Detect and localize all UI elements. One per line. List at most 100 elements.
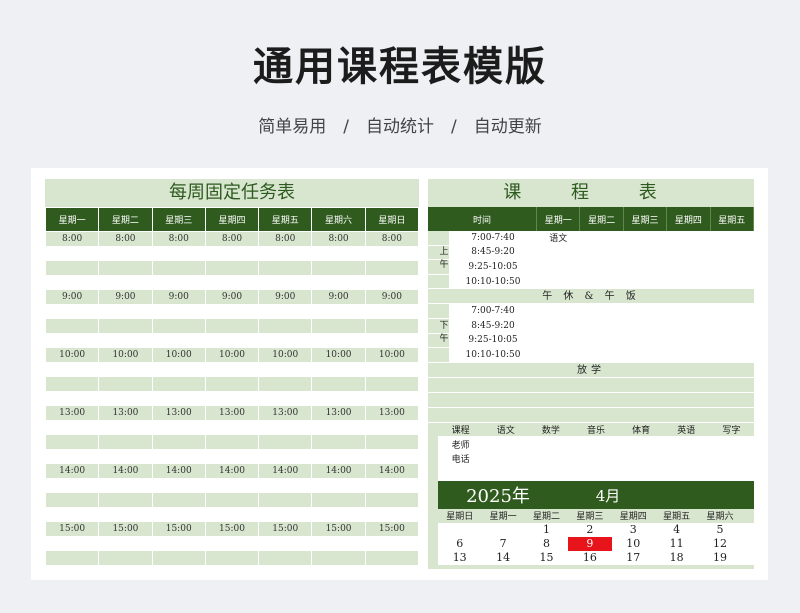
task-cell[interactable]	[44, 478, 100, 493]
schedule-cell[interactable]	[710, 318, 754, 333]
task-cell[interactable]	[44, 434, 100, 449]
task-cell[interactable]	[258, 260, 313, 275]
task-time-cell[interactable]: 8:00	[44, 231, 100, 246]
task-cell[interactable]	[258, 318, 313, 333]
task-cell[interactable]	[151, 275, 206, 290]
task-cell[interactable]	[311, 260, 366, 275]
task-cell[interactable]	[98, 550, 153, 565]
calendar-day[interactable]: 1	[525, 523, 568, 537]
task-cell[interactable]	[258, 507, 313, 522]
task-cell[interactable]	[98, 420, 153, 435]
task-cell[interactable]	[44, 391, 100, 406]
task-cell[interactable]	[44, 318, 100, 333]
task-cell[interactable]	[311, 391, 366, 406]
schedule-cell[interactable]	[537, 274, 581, 289]
schedule-cell[interactable]	[667, 333, 711, 348]
task-cell[interactable]	[44, 507, 100, 522]
task-cell[interactable]	[44, 333, 100, 348]
schedule-cell[interactable]	[580, 231, 624, 245]
task-time-cell[interactable]: 10:00	[98, 347, 153, 362]
task-time-cell[interactable]: 15:00	[151, 521, 206, 536]
task-cell[interactable]	[98, 246, 153, 261]
task-cell[interactable]	[44, 536, 100, 551]
schedule-cell[interactable]	[537, 260, 581, 274]
schedule-cell[interactable]	[537, 304, 581, 318]
calendar-day[interactable]: 3	[612, 523, 655, 537]
schedule-cell[interactable]	[667, 231, 711, 245]
task-cell[interactable]	[98, 376, 153, 391]
task-time-cell[interactable]: 15:00	[44, 521, 100, 536]
task-time-cell[interactable]: 13:00	[364, 405, 420, 420]
task-cell[interactable]	[258, 362, 313, 377]
schedule-cell[interactable]	[623, 333, 668, 348]
task-cell[interactable]	[258, 376, 313, 391]
task-cell[interactable]	[258, 492, 313, 507]
task-cell[interactable]	[258, 449, 313, 464]
schedule-cell[interactable]	[667, 274, 711, 289]
task-cell[interactable]	[44, 420, 100, 435]
task-cell[interactable]	[364, 565, 420, 580]
task-time-cell[interactable]: 14:00	[204, 463, 260, 478]
task-cell[interactable]	[151, 550, 206, 565]
calendar-day[interactable]: 19	[698, 551, 741, 565]
task-cell[interactable]	[364, 536, 420, 551]
task-cell[interactable]	[311, 318, 366, 333]
task-cell[interactable]	[364, 376, 420, 391]
task-cell[interactable]	[311, 246, 366, 261]
task-time-cell[interactable]: 14:00	[44, 463, 100, 478]
task-cell[interactable]	[364, 507, 420, 522]
task-cell[interactable]	[311, 536, 366, 551]
task-cell[interactable]	[44, 362, 100, 377]
schedule-cell[interactable]	[710, 245, 754, 260]
task-cell[interactable]	[364, 246, 420, 261]
task-cell[interactable]	[44, 304, 100, 319]
task-cell[interactable]	[204, 507, 260, 522]
schedule-cell[interactable]	[623, 231, 668, 245]
task-time-cell[interactable]: 8:00	[258, 231, 313, 246]
task-time-cell[interactable]: 10:00	[204, 347, 260, 362]
task-cell[interactable]	[98, 478, 153, 493]
task-time-cell[interactable]: 8:00	[311, 231, 366, 246]
calendar-day[interactable]: 2	[568, 523, 611, 537]
task-cell[interactable]	[311, 449, 366, 464]
task-cell[interactable]	[258, 550, 313, 565]
task-cell[interactable]	[151, 507, 206, 522]
task-cell[interactable]	[258, 391, 313, 406]
task-cell[interactable]	[364, 333, 420, 348]
task-cell[interactable]	[311, 507, 366, 522]
task-time-cell[interactable]: 8:00	[204, 231, 260, 246]
schedule-cell[interactable]	[580, 245, 624, 260]
schedule-cell[interactable]: 语文	[537, 231, 581, 245]
task-cell[interactable]	[98, 318, 153, 333]
task-time-cell[interactable]: 15:00	[98, 521, 153, 536]
task-cell[interactable]	[311, 565, 366, 580]
task-time-cell[interactable]: 13:00	[258, 405, 313, 420]
schedule-cell[interactable]	[580, 260, 624, 274]
task-cell[interactable]	[258, 275, 313, 290]
task-cell[interactable]	[151, 376, 206, 391]
task-time-cell[interactable]: 15:00	[204, 521, 260, 536]
task-cell[interactable]	[44, 246, 100, 261]
task-cell[interactable]	[364, 420, 420, 435]
task-cell[interactable]	[44, 492, 100, 507]
schedule-cell[interactable]	[710, 304, 754, 318]
task-cell[interactable]	[44, 449, 100, 464]
schedule-cell[interactable]	[580, 318, 624, 333]
task-cell[interactable]	[204, 318, 260, 333]
task-cell[interactable]	[44, 275, 100, 290]
task-time-cell[interactable]: 13:00	[151, 405, 206, 420]
task-cell[interactable]	[204, 420, 260, 435]
task-cell[interactable]	[364, 362, 420, 377]
task-cell[interactable]	[98, 492, 153, 507]
task-cell[interactable]	[98, 391, 153, 406]
task-cell[interactable]	[311, 376, 366, 391]
task-cell[interactable]	[311, 275, 366, 290]
task-cell[interactable]	[44, 376, 100, 391]
calendar-day[interactable]: 4	[655, 523, 698, 537]
schedule-cell[interactable]	[580, 304, 624, 318]
task-time-cell[interactable]: 14:00	[258, 463, 313, 478]
task-cell[interactable]	[258, 333, 313, 348]
schedule-cell[interactable]	[710, 333, 754, 348]
task-time-cell[interactable]: 14:00	[311, 463, 366, 478]
task-time-cell[interactable]: 9:00	[151, 289, 206, 304]
